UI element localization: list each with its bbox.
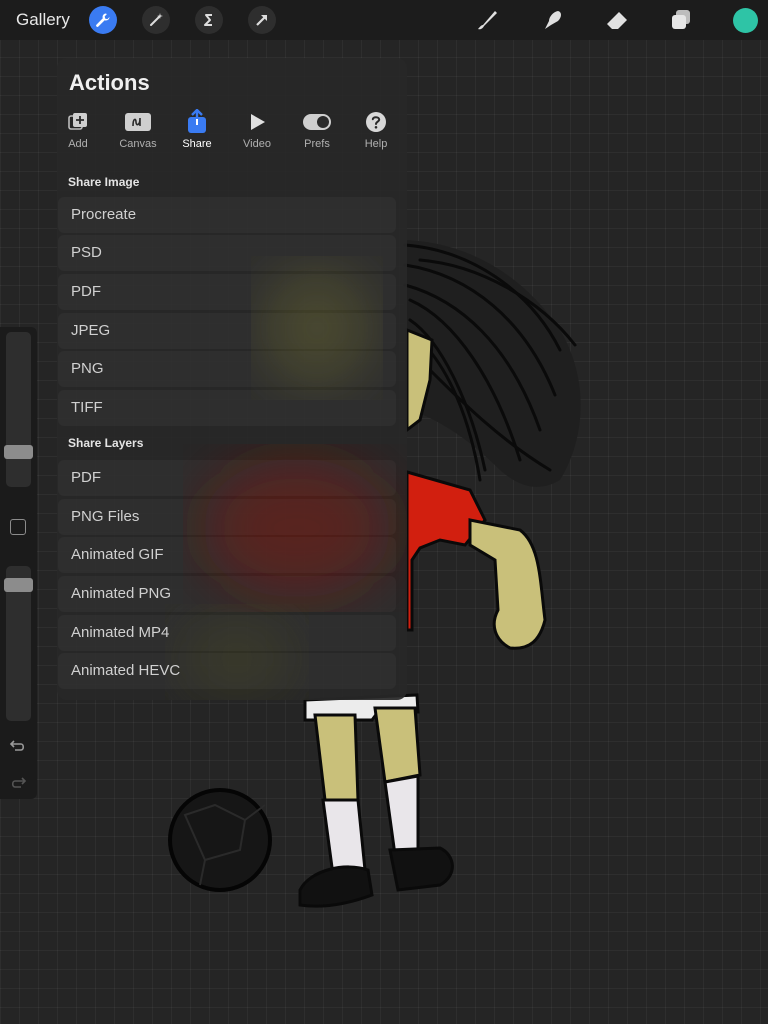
actions-panel: Actions Add Canvas Share Video Prefs Hel… xyxy=(57,58,407,700)
tab-add-label: Add xyxy=(68,138,88,150)
gallery-button[interactable]: Gallery xyxy=(16,10,70,30)
actions-wrench-icon[interactable] xyxy=(89,6,117,34)
tab-share-label: Share xyxy=(182,138,212,150)
share-pdf-item[interactable]: PDF xyxy=(58,274,396,310)
share-png-item[interactable]: PNG xyxy=(58,351,396,387)
selection-s-icon[interactable] xyxy=(195,6,223,34)
actions-title: Actions xyxy=(69,70,150,95)
share-animated-mp4-item[interactable]: Animated MP4 xyxy=(58,615,396,651)
share-animated-gif-item[interactable]: Animated GIF xyxy=(58,537,396,573)
tab-canvas-label: Canvas xyxy=(119,138,157,150)
eraser-icon[interactable] xyxy=(604,7,630,33)
tab-video[interactable]: Video xyxy=(227,108,287,156)
redo-icon[interactable] xyxy=(9,773,27,791)
tab-video-label: Video xyxy=(243,138,271,150)
top-toolbar: Gallery xyxy=(0,0,768,40)
modify-button[interactable] xyxy=(10,519,26,535)
tab-help-label: Help xyxy=(364,138,388,150)
share-jpeg-item[interactable]: JPEG xyxy=(58,313,396,349)
tab-add[interactable]: Add xyxy=(57,108,108,156)
share-layers-title: Share Layers xyxy=(68,436,144,450)
share-procreate-item[interactable]: Procreate xyxy=(58,197,396,233)
tab-canvas[interactable]: Canvas xyxy=(108,108,168,156)
left-sidebar xyxy=(0,327,37,799)
share-psd-item[interactable]: PSD xyxy=(58,235,396,271)
layers-icon[interactable] xyxy=(668,7,694,33)
share-png-files-item[interactable]: PNG Files xyxy=(58,499,396,535)
prefs-toggle-icon xyxy=(303,114,331,130)
color-picker-button[interactable] xyxy=(733,8,758,33)
undo-icon[interactable] xyxy=(9,736,27,754)
tab-prefs[interactable]: Prefs xyxy=(287,108,347,156)
share-animated-hevc-item[interactable]: Animated HEVC xyxy=(58,653,396,689)
adjustments-wand-icon[interactable] xyxy=(142,6,170,34)
opacity-thumb[interactable] xyxy=(4,578,33,592)
share-tiff-item[interactable]: TIFF xyxy=(58,390,396,426)
share-layers-pdf-item[interactable]: PDF xyxy=(58,460,396,496)
tab-help[interactable]: Help xyxy=(346,108,406,156)
video-play-icon xyxy=(251,114,265,130)
actions-tabs: Add Canvas Share Video Prefs Help xyxy=(57,108,407,158)
canvas-icon xyxy=(125,113,151,131)
share-icon xyxy=(188,109,206,133)
smudge-icon[interactable] xyxy=(539,7,565,33)
share-animated-png-item[interactable]: Animated PNG xyxy=(58,576,396,612)
tab-prefs-label: Prefs xyxy=(304,138,330,150)
brush-size-slider[interactable] xyxy=(6,332,31,487)
help-icon xyxy=(366,112,386,132)
brush-size-thumb[interactable] xyxy=(4,445,33,459)
transform-arrow-icon[interactable] xyxy=(248,6,276,34)
add-icon xyxy=(68,113,87,130)
tab-share[interactable]: Share xyxy=(167,108,227,156)
brush-icon[interactable] xyxy=(474,7,500,33)
share-image-title: Share Image xyxy=(68,175,140,189)
